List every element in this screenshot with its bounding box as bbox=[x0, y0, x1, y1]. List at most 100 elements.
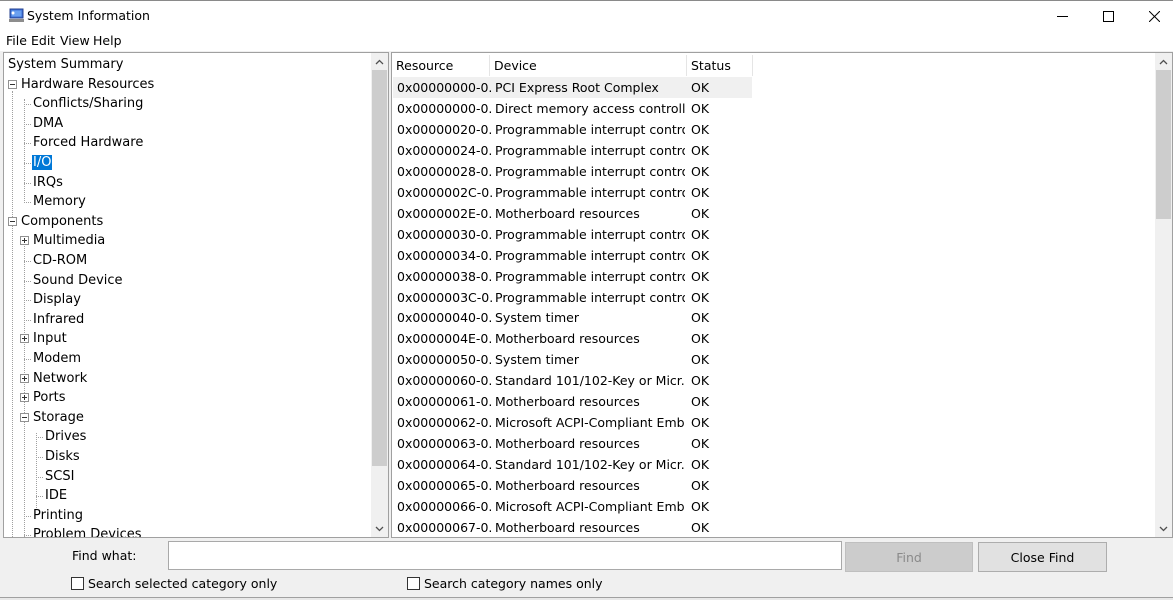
tree-scrollbar[interactable] bbox=[371, 53, 388, 537]
tree-scroll-up-button[interactable] bbox=[371, 53, 388, 70]
table-row[interactable]: 0x00000034-0... Programmable interrupt co… bbox=[393, 245, 752, 266]
cell-resource: 0x00000063-0... bbox=[397, 436, 493, 452]
tree-item-drives[interactable]: Drives bbox=[44, 427, 87, 446]
checkbox-box[interactable] bbox=[407, 576, 420, 590]
cell-status: OK bbox=[691, 478, 710, 494]
tree-item-system-summary[interactable]: System Summary bbox=[7, 55, 124, 74]
tree-item-ports[interactable]: Ports bbox=[32, 388, 67, 407]
column-header-device[interactable]: Device bbox=[490, 55, 687, 76]
collapse-icon[interactable] bbox=[20, 412, 29, 422]
tree-item-sound-device[interactable]: Sound Device bbox=[32, 271, 124, 290]
cell-resource: 0x00000061-0... bbox=[397, 394, 493, 410]
collapse-icon[interactable] bbox=[8, 216, 17, 226]
tree-scroll-thumb[interactable] bbox=[372, 70, 387, 466]
table-row[interactable]: 0x00000028-0... Programmable interrupt co… bbox=[393, 161, 752, 182]
cell-status: OK bbox=[691, 352, 710, 368]
list-scroll-down-button[interactable] bbox=[1155, 520, 1172, 537]
tree-item-memory[interactable]: Memory bbox=[32, 192, 87, 211]
tree-item-irqs[interactable]: IRQs bbox=[32, 173, 64, 192]
table-row[interactable]: 0x00000067-0... Motherboard resources OK bbox=[393, 517, 752, 537]
table-row[interactable]: 0x0000004E-0... Motherboard resources OK bbox=[393, 328, 752, 349]
table-row[interactable]: 0x00000000-0... Direct memory access cont… bbox=[393, 98, 752, 119]
table-row[interactable]: 0x00000020-0... Programmable interrupt co… bbox=[393, 119, 752, 140]
search-selected-category-checkbox[interactable]: Search selected category only bbox=[71, 575, 277, 591]
table-row[interactable]: 0x00000063-0... Motherboard resources OK bbox=[393, 433, 752, 454]
find-what-input[interactable] bbox=[168, 541, 842, 570]
cell-resource: 0x00000034-0... bbox=[397, 247, 493, 263]
cell-device: Standard 101/102-Key or Micr... bbox=[495, 457, 685, 473]
cell-device: Motherboard resources bbox=[495, 394, 640, 410]
find-button[interactable]: Find bbox=[845, 542, 973, 572]
tree-item-forced-hardware[interactable]: Forced Hardware bbox=[32, 133, 144, 152]
table-row[interactable]: 0x00000038-0... Programmable interrupt co… bbox=[393, 266, 752, 287]
tree-scroll-down-button[interactable] bbox=[371, 520, 388, 537]
tree-item-infrared[interactable]: Infrared bbox=[32, 310, 85, 329]
tree-item-ide[interactable]: IDE bbox=[44, 486, 68, 505]
tree-item-disks[interactable]: Disks bbox=[44, 447, 81, 466]
tree-branch-line bbox=[24, 163, 31, 164]
maximize-button[interactable] bbox=[1085, 1, 1131, 32]
minimize-button[interactable] bbox=[1039, 1, 1085, 32]
table-row[interactable]: 0x00000000-0... PCI Express Root Complex O… bbox=[393, 77, 752, 98]
table-row[interactable]: 0x00000030-0... Programmable interrupt co… bbox=[393, 224, 752, 245]
table-row[interactable]: 0x00000062-0... Microsoft ACPI-Compliant … bbox=[393, 412, 752, 433]
table-row[interactable]: 0x00000064-0... Standard 101/102-Key or M… bbox=[393, 454, 752, 475]
tree-item-network[interactable]: Network bbox=[32, 369, 88, 388]
tree-item-label: Memory bbox=[33, 194, 86, 210]
column-header-status[interactable]: Status bbox=[687, 55, 753, 76]
table-row[interactable]: 0x0000003C-0... Programmable interrupt co… bbox=[393, 287, 752, 308]
tree-item-label: SCSI bbox=[45, 468, 75, 484]
table-row[interactable]: 0x00000024-0... Programmable interrupt co… bbox=[393, 140, 752, 161]
close-button[interactable] bbox=[1131, 1, 1173, 32]
list-scroll-up-button[interactable] bbox=[1155, 53, 1172, 70]
tree-item-printing[interactable]: Printing bbox=[32, 506, 84, 525]
expand-icon[interactable] bbox=[20, 393, 29, 403]
menu-help[interactable]: Help bbox=[93, 33, 122, 48]
tree-item-problem-devices[interactable]: Problem Devices bbox=[32, 525, 143, 537]
menu-edit[interactable]: Edit bbox=[31, 33, 55, 48]
expand-icon[interactable] bbox=[20, 334, 29, 344]
tree-item-conflicts-sharing[interactable]: Conflicts/Sharing bbox=[32, 94, 144, 113]
tree-item-input[interactable]: Input bbox=[32, 329, 68, 348]
table-row[interactable]: 0x00000061-0... Motherboard resources OK bbox=[393, 391, 752, 412]
search-category-names-checkbox[interactable]: Search category names only bbox=[407, 575, 603, 591]
chevron-down-icon bbox=[375, 526, 384, 531]
resource-list[interactable]: Resource Device Status 0x00000000-0... PC… bbox=[391, 52, 1173, 538]
table-row[interactable]: 0x00000040-0... System timer OK bbox=[393, 307, 752, 328]
tree-item-label: I/O bbox=[32, 155, 53, 170]
table-row[interactable]: 0x00000060-0... Standard 101/102-Key or M… bbox=[393, 370, 752, 391]
tree-item-scsi[interactable]: SCSI bbox=[44, 467, 75, 486]
tree-item-dma[interactable]: DMA bbox=[32, 114, 64, 133]
table-row[interactable]: 0x0000002C-0... Programmable interrupt co… bbox=[393, 182, 752, 203]
checkbox-box[interactable] bbox=[71, 576, 84, 590]
tree-item-cd-rom[interactable]: CD-ROM bbox=[32, 251, 88, 270]
cell-device: PCI Express Root Complex bbox=[495, 80, 659, 95]
category-tree[interactable]: System Summary Hardware Resources Conflict… bbox=[3, 52, 389, 538]
list-scroll-thumb[interactable] bbox=[1156, 70, 1171, 219]
menu-view[interactable]: View bbox=[60, 33, 90, 48]
cell-resource: 0x00000067-0... bbox=[397, 519, 493, 535]
table-row[interactable]: 0x00000065-0... Motherboard resources OK bbox=[393, 475, 752, 496]
expand-icon[interactable] bbox=[20, 236, 29, 246]
table-row[interactable]: 0x00000066-0... Microsoft ACPI-Compliant … bbox=[393, 496, 752, 517]
collapse-icon[interactable] bbox=[8, 79, 17, 89]
tree-item-storage[interactable]: Storage bbox=[32, 408, 85, 427]
cell-resource: 0x0000004E-0... bbox=[397, 331, 493, 347]
cell-device: Programmable interrupt contro... bbox=[495, 247, 685, 263]
tree-item-display[interactable]: Display bbox=[32, 290, 82, 309]
table-row[interactable]: 0x00000050-0... System timer OK bbox=[393, 349, 752, 370]
tree-item-components[interactable]: Components bbox=[20, 212, 104, 231]
tree-branch-line bbox=[24, 280, 31, 282]
tree-item-i-o[interactable]: I/O bbox=[32, 153, 53, 172]
cell-status: OK bbox=[691, 100, 710, 116]
table-row[interactable]: 0x0000002E-0... Motherboard resources OK bbox=[393, 203, 752, 224]
cell-status: OK bbox=[691, 436, 710, 452]
expand-icon[interactable] bbox=[20, 373, 29, 383]
list-scrollbar[interactable] bbox=[1155, 53, 1172, 537]
column-header-resource[interactable]: Resource bbox=[392, 55, 490, 76]
tree-item-hardware-resources[interactable]: Hardware Resources bbox=[20, 75, 155, 94]
close-find-button[interactable]: Close Find bbox=[978, 542, 1107, 572]
menu-file[interactable]: File bbox=[6, 33, 27, 48]
tree-item-multimedia[interactable]: Multimedia bbox=[32, 231, 106, 250]
tree-item-modem[interactable]: Modem bbox=[32, 349, 82, 368]
